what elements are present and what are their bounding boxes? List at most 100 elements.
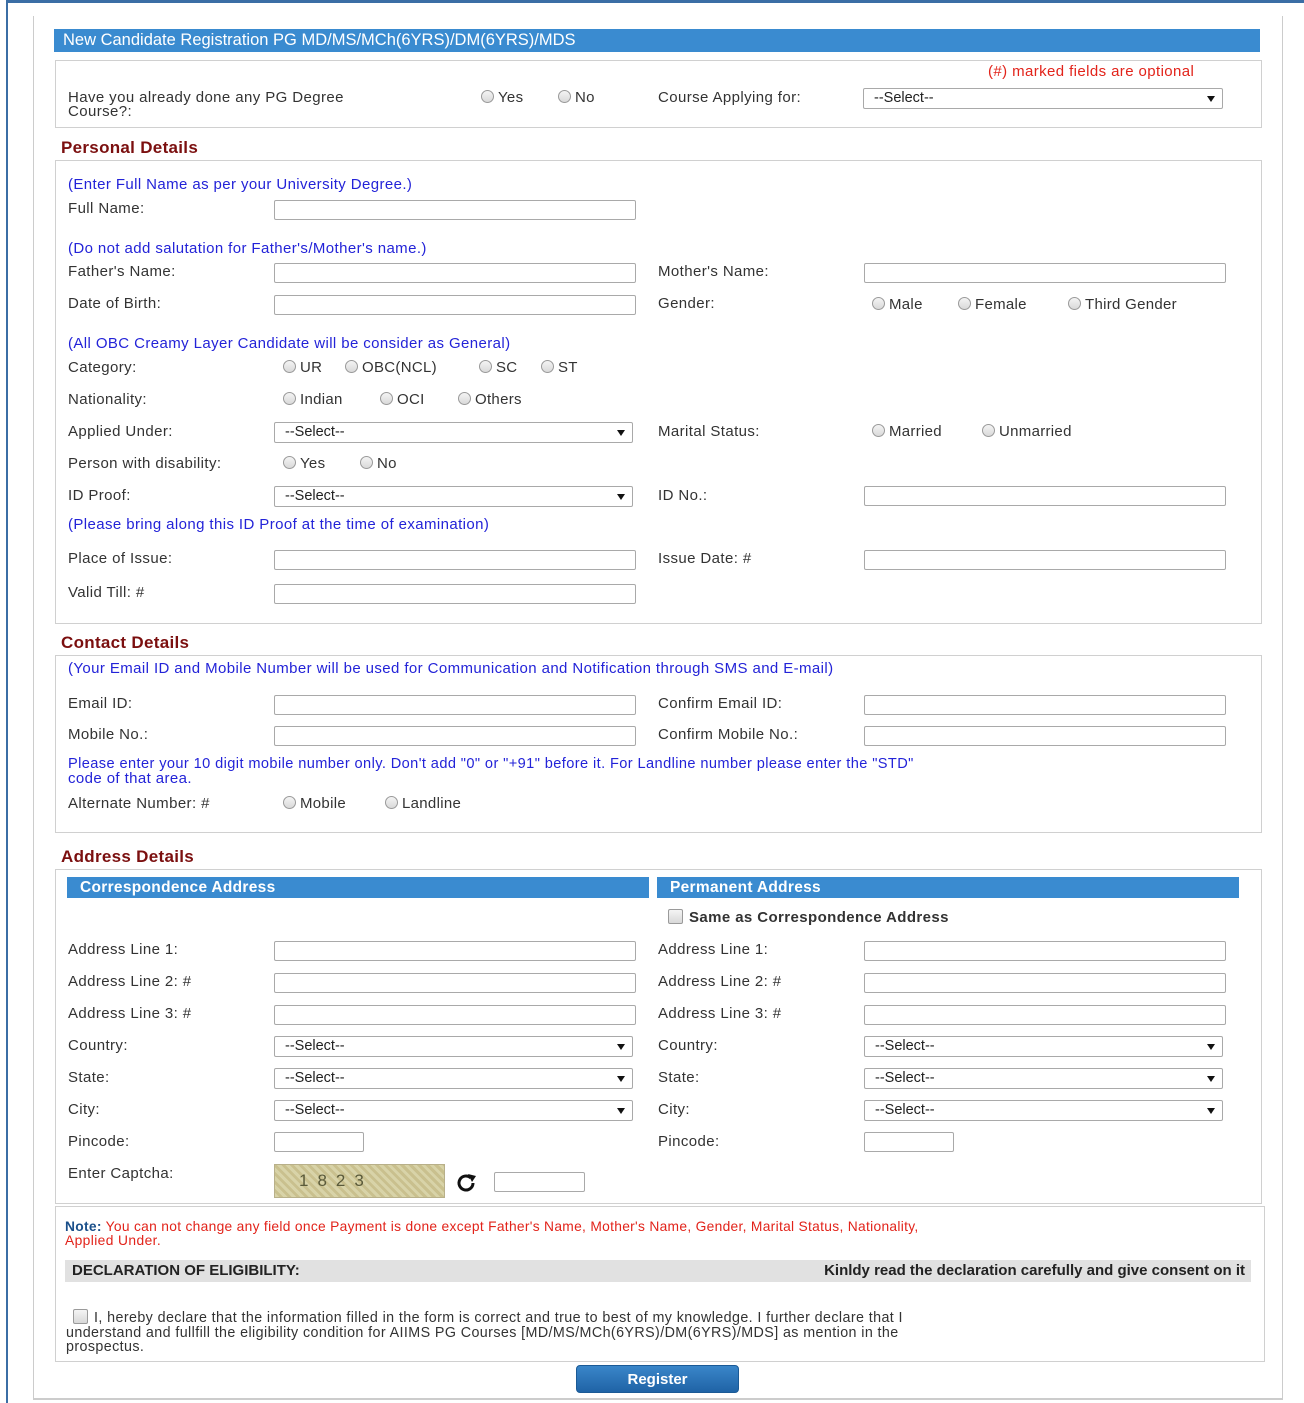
window-top-border xyxy=(6,0,1304,3)
gender-male-radio[interactable]: Male xyxy=(872,296,923,313)
note-line2: Applied Under. xyxy=(65,1233,162,1248)
disability-yes-radio[interactable]: Yes xyxy=(283,455,325,472)
corr-pincode-input[interactable] xyxy=(274,1132,364,1152)
father-name-input[interactable] xyxy=(274,263,636,283)
hint-id-proof: (Please bring along this ID Proof at the… xyxy=(68,516,490,533)
captcha-label: Enter Captcha: xyxy=(68,1165,174,1182)
mother-name-input[interactable] xyxy=(864,263,1226,283)
marital-status-label: Marital Status: xyxy=(658,423,760,440)
corr-country-select[interactable]: --Select-- xyxy=(274,1036,633,1057)
perm-line1-input[interactable] xyxy=(864,941,1226,961)
radio-icon xyxy=(380,392,393,406)
issue-date-input[interactable] xyxy=(864,550,1226,570)
corr-line3-label: Address Line 3: # xyxy=(68,1005,192,1022)
perm-line3-input[interactable] xyxy=(864,1005,1226,1025)
confirm-email-input[interactable] xyxy=(864,695,1226,715)
marital-married-radio[interactable]: Married xyxy=(872,423,942,440)
course-label: Course Applying for: xyxy=(658,89,802,106)
corr-line1-label: Address Line 1: xyxy=(68,941,179,958)
radio-icon xyxy=(345,360,358,374)
corr-city-label: City: xyxy=(68,1101,100,1118)
applied-under-label: Applied Under: xyxy=(68,423,173,440)
radio-icon xyxy=(283,456,296,470)
form-title: New Candidate Registration PG MD/MS/MCh(… xyxy=(54,29,1260,52)
declaration-checkbox-icon[interactable] xyxy=(73,1309,88,1325)
alternate-landline-radio[interactable]: Landline xyxy=(385,795,461,812)
corr-line2-input[interactable] xyxy=(274,973,636,993)
radio-icon xyxy=(872,297,885,311)
email-input[interactable] xyxy=(274,695,636,715)
register-button[interactable]: Register xyxy=(576,1365,739,1393)
confirm-mobile-input[interactable] xyxy=(864,726,1226,746)
category-st-radio[interactable]: ST xyxy=(541,359,578,376)
refresh-icon[interactable] xyxy=(455,1172,479,1194)
perm-state-select[interactable]: --Select-- xyxy=(864,1068,1223,1089)
corr-line1-input[interactable] xyxy=(274,941,636,961)
alternate-number-label: Alternate Number: # xyxy=(68,795,210,812)
valid-till-input[interactable] xyxy=(274,584,636,604)
nationality-oci-radio[interactable]: OCI xyxy=(380,391,425,408)
full-name-label: Full Name: xyxy=(68,200,145,217)
captcha-input[interactable] xyxy=(494,1172,585,1192)
nationality-indian-radio[interactable]: Indian xyxy=(283,391,343,408)
corr-state-select[interactable]: --Select-- xyxy=(274,1068,633,1089)
id-proof-label: ID Proof: xyxy=(68,487,131,504)
perm-line2-label: Address Line 2: # xyxy=(658,973,782,990)
chevron-down-icon xyxy=(1207,1076,1215,1082)
radio-icon xyxy=(481,90,494,104)
dob-input[interactable] xyxy=(274,295,636,315)
radio-icon xyxy=(360,456,373,470)
mobile-label: Mobile No.: xyxy=(68,726,149,743)
chevron-down-icon xyxy=(617,1044,625,1050)
captcha-image: 1823 xyxy=(274,1164,445,1198)
category-obc-radio[interactable]: OBC(NCL) xyxy=(345,359,437,376)
chevron-down-icon xyxy=(1207,1044,1215,1050)
perm-country-select[interactable]: --Select-- xyxy=(864,1036,1223,1057)
gender-female-radio[interactable]: Female xyxy=(958,296,1027,313)
corr-line2-label: Address Line 2: # xyxy=(68,973,192,990)
pg-yes-radio[interactable]: Yes xyxy=(481,89,523,106)
disability-no-radio[interactable]: No xyxy=(360,455,397,472)
perm-country-label: Country: xyxy=(658,1037,718,1054)
perm-city-label: City: xyxy=(658,1101,690,1118)
corr-country-label: Country: xyxy=(68,1037,128,1054)
declaration-instruction: Kinldy read the declaration carefully an… xyxy=(824,1262,1245,1279)
corr-city-select[interactable]: --Select-- xyxy=(274,1100,633,1121)
nationality-others-radio[interactable]: Others xyxy=(458,391,522,408)
corr-pincode-label: Pincode: xyxy=(68,1133,130,1150)
gender-third-radio[interactable]: Third Gender xyxy=(1068,296,1177,313)
same-as-checkbox[interactable]: Same as Correspondence Address xyxy=(668,909,949,926)
applied-under-select[interactable]: --Select-- xyxy=(274,422,633,443)
marital-unmarried-radio[interactable]: Unmarried xyxy=(982,423,1072,440)
pg-no-radio[interactable]: No xyxy=(558,89,595,106)
full-name-input[interactable] xyxy=(274,200,636,220)
perm-city-select[interactable]: --Select-- xyxy=(864,1100,1223,1121)
place-of-issue-input[interactable] xyxy=(274,550,636,570)
radio-icon xyxy=(283,392,296,406)
radio-icon xyxy=(283,360,296,374)
radio-icon xyxy=(385,796,398,810)
mobile-input[interactable] xyxy=(274,726,636,746)
chevron-down-icon xyxy=(1207,1108,1215,1114)
declaration-text-2: understand and fullfill the eligibility … xyxy=(66,1325,899,1341)
corr-line3-input[interactable] xyxy=(274,1005,636,1025)
valid-till-label: Valid Till: # xyxy=(68,584,145,601)
checkbox-icon xyxy=(668,909,683,925)
pg-question-label-2: Course?: xyxy=(68,103,133,120)
declaration-text-1[interactable]: I, hereby declare that the information f… xyxy=(73,1309,903,1326)
alternate-mobile-radio[interactable]: Mobile xyxy=(283,795,346,812)
category-sc-radio[interactable]: SC xyxy=(479,359,517,376)
radio-icon xyxy=(541,360,554,374)
radio-icon xyxy=(958,297,971,311)
id-no-input[interactable] xyxy=(864,486,1226,506)
radio-icon xyxy=(872,424,885,438)
id-proof-select[interactable]: --Select-- xyxy=(274,486,633,507)
perm-pincode-input[interactable] xyxy=(864,1132,954,1152)
dob-label: Date of Birth: xyxy=(68,295,162,312)
category-ur-radio[interactable]: UR xyxy=(283,359,322,376)
email-label: Email ID: xyxy=(68,695,133,712)
course-select[interactable]: --Select-- xyxy=(863,88,1223,109)
perm-line2-input[interactable] xyxy=(864,973,1226,993)
mother-name-label: Mother's Name: xyxy=(658,263,769,280)
issue-date-label: Issue Date: # xyxy=(658,550,752,567)
